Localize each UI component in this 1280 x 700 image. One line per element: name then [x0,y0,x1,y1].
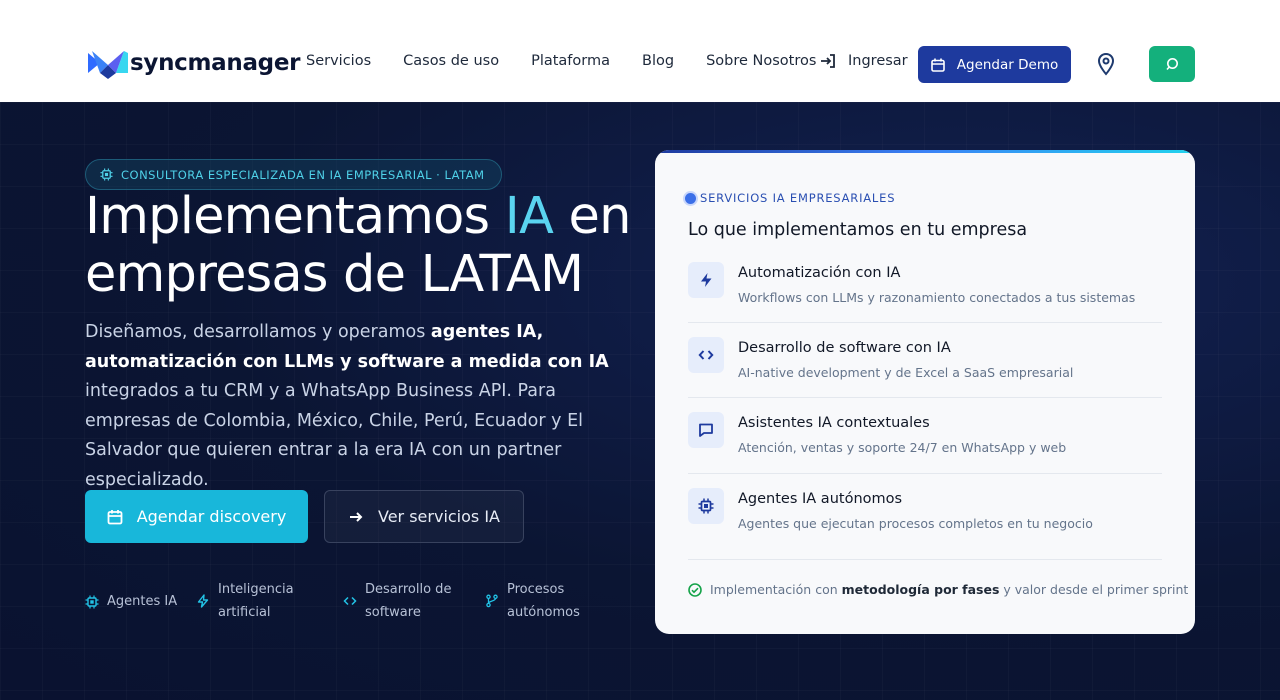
ver-servicios-button[interactable]: Ver servicios IA [324,490,524,543]
calendar-icon [930,58,945,72]
hero-badge: CONSULTORA ESPECIALIZADA EN IA EMPRESARI… [85,159,502,190]
service-item-asistentes[interactable]: Asistentes IA contextuales Atención, ven… [688,412,1162,487]
nav-item-plataforma[interactable]: Plataforma [531,53,610,69]
service-name: Desarrollo de software con IA [738,340,951,356]
footer-part1: Implementación con [710,582,842,597]
card-footer: Implementación con metodología por fases… [688,582,1188,597]
cta-primary-label: Agendar discovery [136,507,287,526]
chat-icon [688,412,724,448]
site-header: syncmanager Servicios Casos de uso Plata… [0,0,1280,102]
footer-text: Implementación con metodología por fases… [710,582,1188,597]
nav-item-servicios[interactable]: Servicios [306,53,371,69]
feature-item: Desarrollo de software [343,578,453,624]
chip-icon [85,595,99,608]
service-desc: Workflows con LLMs y razonamiento conect… [738,290,1136,305]
card-label: SERVICIOS IA EMPRESARIALES [685,191,895,205]
feature-label: Agentes IA [107,594,178,609]
login-label: Ingresar [848,53,908,69]
footer-bold: metodología por fases [841,582,1000,597]
chip-icon [688,488,724,524]
services-card: SERVICIOS IA EMPRESARIALES Lo que implem… [655,150,1195,634]
feature-label: Procesos autónomos [507,582,580,620]
badge-text: CONSULTORA ESPECIALIZADA EN IA EMPRESARI… [121,167,485,182]
branch-icon [486,594,498,608]
whatsapp-button[interactable] [1149,46,1195,82]
bolt-icon [197,594,209,608]
service-item-automatizacion[interactable]: Automatización con IA Workflows con LLMs… [688,262,1162,337]
nav-item-sobre-nosotros[interactable]: Sobre Nosotros [706,53,816,69]
feature-item: Inteligencia artificial [196,578,296,624]
divider [688,397,1162,398]
arrow-right-icon [350,511,363,522]
whatsapp-icon [1166,58,1178,71]
cta-secondary-label: Ver servicios IA [378,507,500,526]
divider [688,473,1162,474]
card-label-text: SERVICIOS IA EMPRESARIALES [700,191,896,205]
code-icon [343,596,357,606]
divider [688,322,1162,323]
hero-headline: Implementamos IA en empresas de LATAM [85,188,645,304]
agendar-demo-button[interactable]: Agendar Demo [918,46,1071,83]
nav-item-casos-de-uso[interactable]: Casos de uso [403,53,499,69]
location-pin-icon[interactable] [1094,52,1118,76]
card-accent-bar [655,150,1195,153]
agendar-discovery-button[interactable]: Agendar discovery [85,490,308,543]
service-desc: Agentes que ejecutan procesos completos … [738,516,1093,531]
status-dot-icon [685,192,696,204]
bolt-icon [688,262,724,298]
divider [688,559,1162,560]
desc-part2: integrados a tu CRM y a WhatsApp Busines… [85,381,583,490]
service-name: Automatización con IA [738,265,901,281]
footer-part2: y valor desde el primer sprint [999,582,1189,597]
brand-logo[interactable]: syncmanager [88,47,300,79]
hero-description: Diseñamos, desarrollamos y operamos agen… [85,318,630,495]
nav-item-blog[interactable]: Blog [642,53,674,69]
service-name: Agentes IA autónomos [738,491,903,507]
service-item-desarrollo[interactable]: Desarrollo de software con IA AI-native … [688,337,1162,412]
login-link[interactable]: Ingresar [820,53,908,69]
headline-accent: IA [504,187,554,246]
feature-item: Agentes IA [85,590,177,613]
logo-icon [88,51,128,79]
feature-item: Procesos autónomos [485,578,585,624]
card-title: Lo que implementamos en tu empresa [688,220,1028,240]
main-nav: Servicios Casos de uso Plataforma Blog S… [306,53,848,69]
login-icon [821,54,835,68]
service-name: Asistentes IA contextuales [738,415,930,431]
demo-label: Agendar Demo [956,56,1059,73]
feature-label: Desarrollo de software [365,582,452,620]
headline-part1: Implementamos [85,187,505,246]
feature-label: Inteligencia artificial [218,582,294,620]
service-desc: Atención, ventas y soporte 24/7 en Whats… [738,440,1067,455]
feature-list: Agentes IA Inteligencia artificial Desar… [85,578,645,626]
check-circle-icon [688,582,702,597]
code-icon [688,337,724,373]
brand-name: syncmanager [130,50,301,76]
calendar-icon [107,509,123,524]
service-desc: AI-native development y de Excel a SaaS … [738,365,1074,380]
service-item-agentes[interactable]: Agentes IA autónomos Agentes que ejecuta… [688,488,1162,563]
desc-part1: Diseñamos, desarrollamos y operamos [85,322,431,342]
chip-icon [100,168,113,181]
